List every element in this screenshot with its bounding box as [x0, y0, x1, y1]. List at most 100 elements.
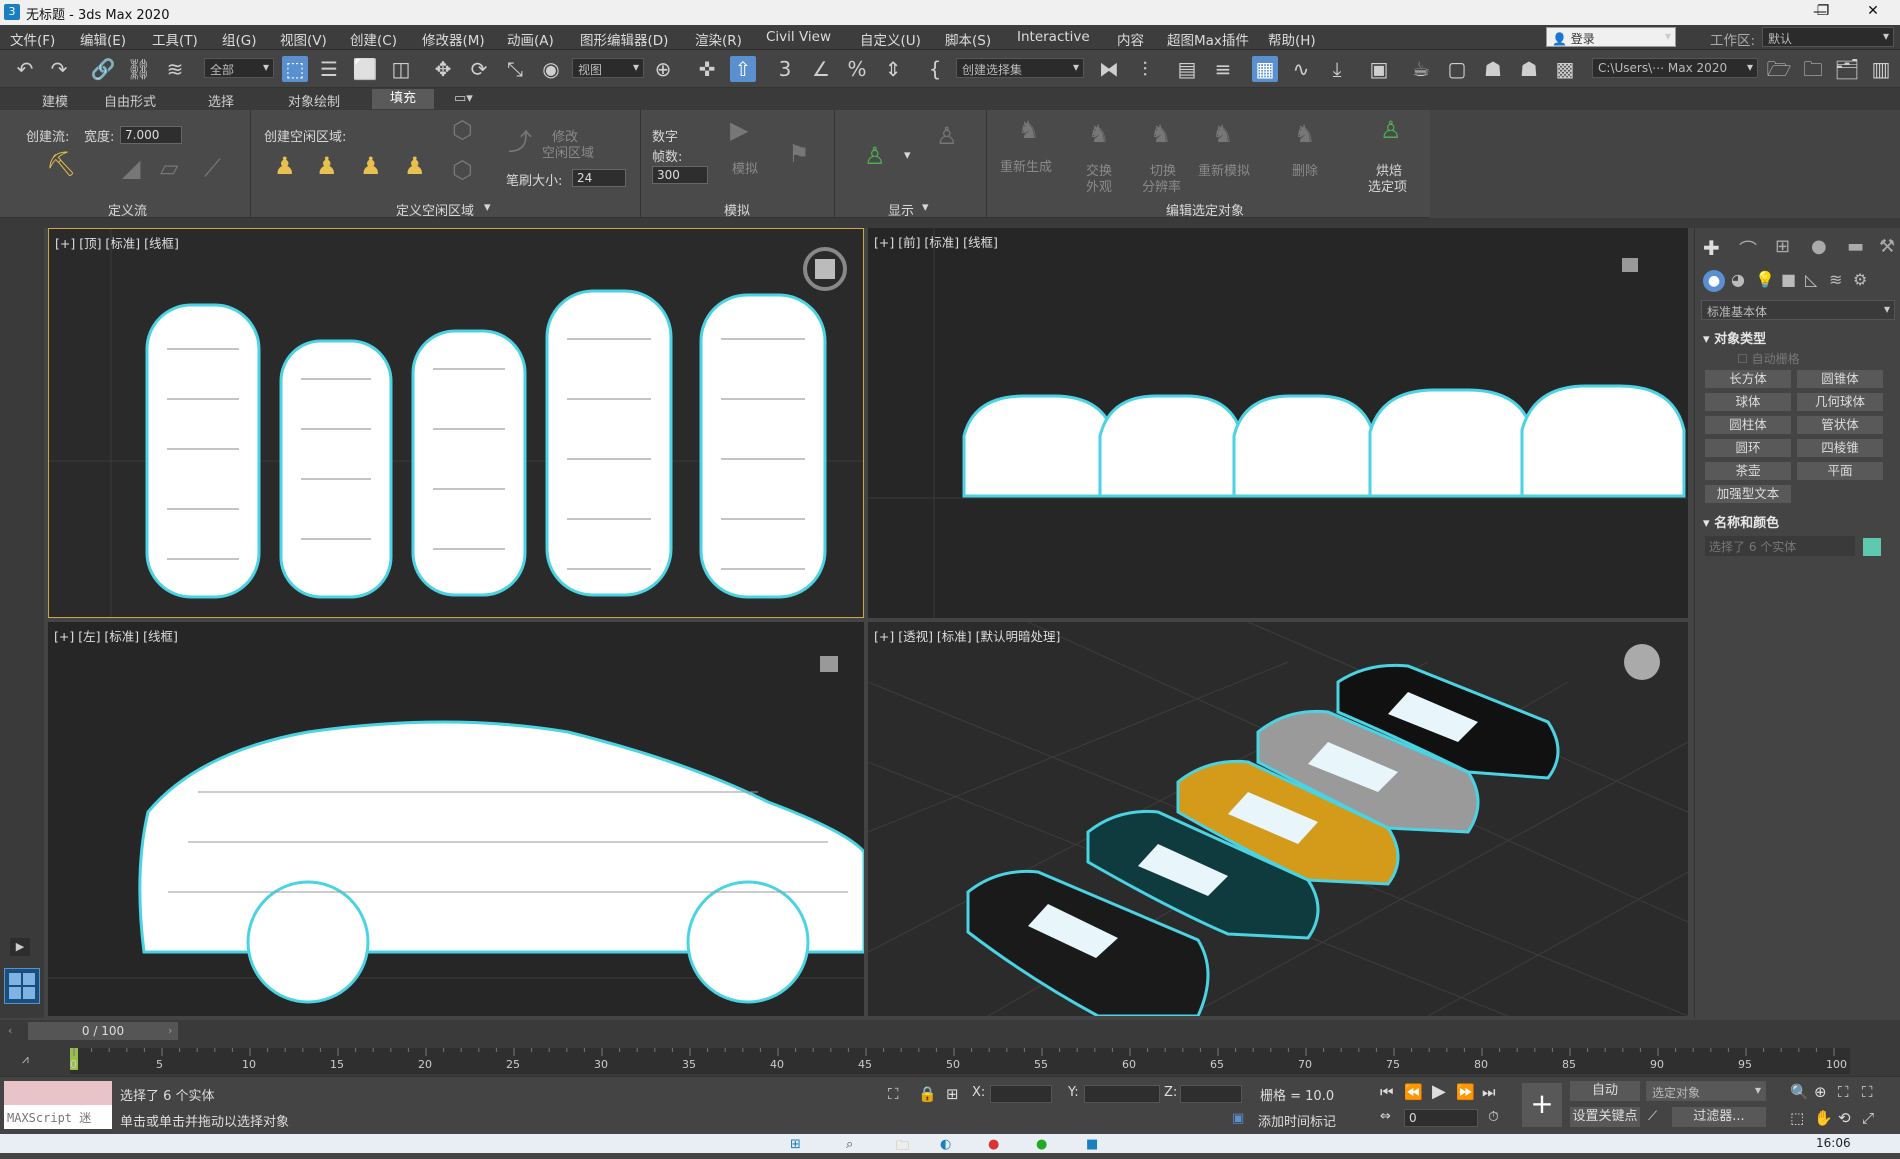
resimulate-icon[interactable]: ♞: [1212, 122, 1234, 146]
project-path-dropdown[interactable]: C:\Users\⋯ Max 2020: [1592, 58, 1758, 78]
x-coordinate-field[interactable]: [990, 1085, 1052, 1103]
selected-object-dropdown[interactable]: 选定对象: [1646, 1081, 1766, 1101]
idle-area-add-icon[interactable]: ⬡: [452, 118, 473, 142]
render-setup-icon[interactable]: ☕: [1408, 56, 1434, 82]
menu-interactive[interactable]: Interactive: [1017, 29, 1090, 45]
key-mode-icon[interactable]: ⇔: [1380, 1109, 1391, 1124]
chrome-icon[interactable]: ●: [988, 1137, 999, 1152]
y-coordinate-field[interactable]: [1084, 1085, 1160, 1103]
display-people-icon[interactable]: ♙: [864, 144, 886, 168]
maxscript-mini-listener[interactable]: MAXScript 迷: [4, 1105, 112, 1129]
rotate-icon[interactable]: ⟳: [466, 56, 492, 82]
viewport-left[interactable]: [+] [左] [标准] [线框]: [48, 622, 864, 1016]
named-selection-set-dropdown[interactable]: 创建选择集: [956, 58, 1084, 78]
edit-named-selection-icon[interactable]: {: [922, 56, 948, 82]
rendered-frame-icon[interactable]: ▢: [1444, 56, 1470, 82]
orbit-icon[interactable]: ⟲: [1838, 1109, 1851, 1127]
viewport-front[interactable]: [+] [前] [标准] [线框]: [868, 228, 1688, 618]
rect-selection-icon[interactable]: ⬜: [352, 56, 378, 82]
time-config-icon[interactable]: ⏱: [1488, 1109, 1499, 1125]
schematic-view-icon[interactable]: ⤓: [1324, 56, 1350, 82]
idle-area-rect-icon[interactable]: ♟: [274, 154, 296, 178]
next-frame-icon[interactable]: ›: [168, 1024, 172, 1037]
login-dropdown[interactable]: 👤 登录: [1546, 27, 1676, 47]
name-color-section[interactable]: ▾ 名称和颜色: [1703, 512, 1779, 531]
create-flow-icon[interactable]: ⛏: [46, 152, 76, 176]
flow-tool-icon[interactable]: ◢: [122, 156, 140, 180]
project-folder-icon[interactable]: 🗁: [1766, 56, 1792, 82]
select-object-icon[interactable]: ⬚: [282, 56, 308, 82]
menu-tools[interactable]: 工具(T): [152, 29, 198, 49]
idle-area-freeform-icon[interactable]: ♟: [360, 154, 382, 178]
object-color-swatch[interactable]: [1863, 538, 1881, 556]
max-taskbar-icon[interactable]: ■: [1086, 1137, 1098, 1152]
modify-idle-area-icon[interactable]: ⤴: [508, 130, 532, 154]
menu-create[interactable]: 创建(C): [350, 29, 397, 49]
add-time-tag-icon[interactable]: ▣: [1232, 1111, 1244, 1126]
tab-object-paint[interactable]: 对象绘制: [288, 91, 340, 110]
selection-lock-icon[interactable]: 🔒: [918, 1085, 937, 1103]
render-cloud-icon[interactable]: ▩: [1552, 56, 1578, 82]
idle-area-subtract-icon[interactable]: ⬡: [452, 158, 473, 182]
textplus-button[interactable]: 加强型文本: [1705, 485, 1791, 503]
prev-frame-icon[interactable]: ‹: [8, 1024, 12, 1037]
zoom-icon[interactable]: 🔍: [1790, 1083, 1809, 1101]
menu-help[interactable]: 帮助(H): [1268, 29, 1316, 49]
cylinder-button[interactable]: 圆柱体: [1705, 416, 1791, 434]
wechat-icon[interactable]: ●: [1036, 1137, 1047, 1152]
menu-rendering[interactable]: 渲染(R): [695, 29, 742, 49]
viewcube-front-icon[interactable]: [1622, 258, 1638, 272]
mirror-icon[interactable]: ⧓: [1096, 56, 1122, 82]
tab-populate[interactable]: 填充: [372, 89, 435, 109]
viewcube-left-icon[interactable]: [820, 656, 838, 672]
zoom-all-icon[interactable]: ⊕: [1814, 1083, 1827, 1101]
hierarchy-tab-icon[interactable]: ⊞: [1775, 236, 1790, 257]
torus-button[interactable]: 圆环: [1705, 439, 1791, 457]
display-tab-icon[interactable]: ▬: [1847, 236, 1864, 257]
play-icon[interactable]: ▶: [10, 938, 30, 956]
maxscript-listener[interactable]: [4, 1081, 112, 1105]
keyboard-shortcut-override-icon[interactable]: ⇧: [730, 56, 756, 82]
angle-snap-icon[interactable]: ∠: [808, 56, 834, 82]
menu-edit[interactable]: 编辑(E): [80, 29, 126, 49]
set-key-icon[interactable]: +: [1522, 1083, 1562, 1127]
group-dropdown-icon[interactable]: ▾: [484, 200, 491, 215]
window-crossing-icon[interactable]: ◫: [388, 56, 414, 82]
start-icon[interactable]: ⊞: [790, 1137, 801, 1152]
spacewarps-icon[interactable]: ≋: [1829, 270, 1842, 289]
go-to-end-icon[interactable]: ⏭: [1482, 1083, 1496, 1101]
scene-explorer-icon[interactable]: ▦: [1252, 56, 1278, 82]
render-production-icon[interactable]: ☗: [1480, 56, 1506, 82]
save-file-icon[interactable]: 🗂: [1834, 56, 1860, 82]
maximize-viewport-icon[interactable]: ⤢: [1862, 1109, 1874, 1127]
delete-icon[interactable]: ♞: [1294, 122, 1316, 146]
align-icon[interactable]: ⫶: [1132, 56, 1158, 82]
menu-view[interactable]: 视图(V): [280, 29, 327, 49]
export-icon[interactable]: ▥: [1868, 56, 1894, 82]
key-filters-button[interactable]: 过滤器...: [1672, 1107, 1766, 1127]
render-iterative-icon[interactable]: ☗: [1516, 56, 1542, 82]
simulate-icon[interactable]: ▶: [730, 118, 748, 142]
open-file-icon[interactable]: 🗀: [1800, 56, 1826, 82]
modify-tab-icon[interactable]: ⌒: [1739, 236, 1757, 262]
edge-icon[interactable]: ◐: [940, 1137, 951, 1152]
material-editor-icon[interactable]: ▣: [1366, 56, 1392, 82]
unlink-icon[interactable]: ⛓: [126, 56, 152, 82]
idle-area-circle-icon[interactable]: ♟: [316, 154, 338, 178]
field-of-view-icon[interactable]: ⬚: [1790, 1109, 1804, 1127]
viewcube-top-icon[interactable]: [806, 250, 807, 251]
brush-size-spinner[interactable]: 24: [572, 169, 626, 187]
snaps-toggle-icon[interactable]: 3: [772, 56, 798, 82]
teapot-button[interactable]: 茶壶: [1705, 462, 1791, 480]
zoom-extents-all-icon[interactable]: ⛶: [1862, 1083, 1873, 1101]
go-to-start-icon[interactable]: ⏮: [1380, 1083, 1394, 1101]
reference-coord-dropdown[interactable]: 视图: [572, 58, 644, 78]
object-name-field[interactable]: 选择了 6 个实体: [1705, 536, 1855, 556]
scale-icon[interactable]: ⤡: [502, 56, 528, 82]
width-spinner[interactable]: 7.000: [120, 126, 182, 144]
menu-group[interactable]: 组(G): [222, 29, 257, 49]
viewport-perspective[interactable]: [+] [透视] [标准] [默认明暗处理]: [868, 622, 1688, 1016]
percent-snap-icon[interactable]: %: [844, 56, 870, 82]
spinner-snap-icon[interactable]: ⇕: [880, 56, 906, 82]
frames-spinner[interactable]: 300: [652, 166, 708, 184]
